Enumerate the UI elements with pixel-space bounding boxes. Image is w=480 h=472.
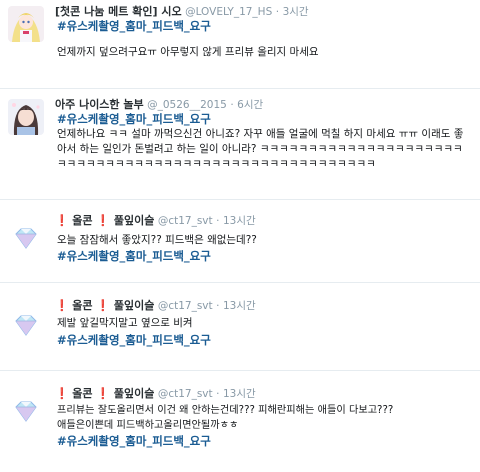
author-handle[interactable]: @ct17_svt — [158, 388, 213, 400]
author-name-part: 올콘 — [72, 387, 93, 400]
tweet-text: 언제하나요 ㅋㅋ 설마 까먹으신건 아니죠? 자꾸 애들 얼굴에 먹칠 하지 마… — [57, 128, 464, 170]
author-handle[interactable]: @ct17_svt — [158, 215, 213, 227]
tweet-time[interactable]: 3시간 — [283, 6, 309, 18]
tweet-time[interactable]: 6시간 — [237, 99, 263, 111]
tweet-timeline: [첫콘 나눔 메트 확인] 시오 @LOVELY_17_HS · 3시간 #유스… — [0, 0, 480, 472]
author-handle[interactable]: @_0526__2015 — [147, 99, 227, 111]
author-name[interactable]: [첫콘 나눔 메트 확인] 시오 — [55, 5, 182, 18]
author-name-part: 풀잎이슬 — [113, 214, 155, 227]
avatar[interactable] — [8, 99, 44, 135]
tweet-time[interactable]: 13시간 — [223, 215, 256, 227]
tweet-text: 프리뷰는 잘도올리면서 이건 왜 안하는건데??? 피해란피해는 애들이 다보고… — [57, 405, 394, 416]
tweet-header: ❗ 올콘 ❗ 풀잎이슬 @ct17_svt · 13시간 — [55, 387, 256, 401]
author-name-part: 풀잎이슬 — [113, 387, 155, 400]
avatar-anime-image — [8, 6, 44, 42]
tweet[interactable]: ❗ 올콘 ❗ 풀잎이슬 @ct17_svt · 13시간 제발 앞길막지말고 옆… — [0, 283, 480, 370]
tweet[interactable]: ❗ 올콘 ❗ 풀잎이슬 @ct17_svt · 13시간 프리뷰는 잘도올리면서… — [0, 371, 480, 472]
avatar[interactable] — [8, 307, 44, 343]
author-name[interactable]: 아주 나이스한 놀부 — [55, 98, 144, 111]
hashtag-link[interactable]: #유스케촬영_홈마_피드백_요구 — [57, 333, 211, 347]
author-name-part: 풀잎이슬 — [113, 299, 155, 312]
hashtag-link[interactable]: #유스케촬영_홈마_피드백_요구 — [57, 112, 211, 126]
author-handle[interactable]: @ct17_svt — [158, 300, 213, 312]
avatar[interactable] — [8, 220, 44, 256]
tweet-time[interactable]: 13시간 — [223, 300, 256, 312]
exclamation-icon: ❗ — [96, 299, 110, 312]
exclamation-icon: ❗ — [55, 387, 69, 400]
tweet-text: 언제까지 덮으려구요ㅠ 아무렇지 않게 프리뷰 올리지 마세요 — [57, 46, 319, 58]
avatar[interactable] — [8, 6, 44, 42]
tweet-text: 오늘 잠잠해서 좋았지?? 피드백은 왜없는데?? — [57, 234, 257, 246]
tweet-header: ❗ 올콘 ❗ 풀잎이슬 @ct17_svt · 13시간 — [55, 214, 256, 228]
hashtag-link[interactable]: #유스케촬영_홈마_피드백_요구 — [57, 249, 211, 263]
exclamation-icon: ❗ — [96, 387, 110, 400]
diamond-icon — [15, 228, 37, 249]
separator-dot: · — [275, 6, 280, 18]
tweet-text: 제발 앞길막지말고 옆으로 비켜 — [57, 317, 193, 329]
diamond-icon — [15, 315, 37, 336]
author-name-part: 올콘 — [72, 214, 93, 227]
tweet-header: 아주 나이스한 놀부 @_0526__2015 · 6시간 — [55, 98, 263, 112]
tweet-header: ❗ 올콘 ❗ 풀잎이슬 @ct17_svt · 13시간 — [55, 299, 256, 313]
exclamation-icon: ❗ — [55, 299, 69, 312]
hashtag-link[interactable]: #유스케촬영_홈마_피드백_요구 — [57, 19, 211, 33]
separator-dot: · — [230, 99, 234, 111]
separator-dot: · — [216, 215, 220, 227]
tweet[interactable]: [첫콘 나눔 메트 확인] 시오 @LOVELY_17_HS · 3시간 #유스… — [0, 0, 480, 88]
avatar-photo-image — [8, 99, 44, 135]
tweet-time[interactable]: 13시간 — [223, 388, 256, 400]
separator-dot: · — [216, 300, 220, 312]
tweet-header: [첫콘 나눔 메트 확인] 시오 @LOVELY_17_HS · 3시간 — [55, 5, 309, 19]
author-name[interactable]: 올콘 ❗ 풀잎이슬 — [72, 214, 154, 227]
tweet[interactable]: 아주 나이스한 놀부 @_0526__2015 · 6시간 #유스케촬영_홈마_… — [0, 89, 480, 199]
author-name[interactable]: 올콘 ❗ 풀잎이슬 — [72, 387, 154, 400]
exclamation-icon: ❗ — [96, 214, 110, 227]
avatar[interactable] — [8, 393, 44, 429]
author-name[interactable]: 올콘 ❗ 풀잎이슬 — [72, 299, 154, 312]
tweet-text-line-2: 애들은이쁜데 피드백하고올리면안될까ㅎㅎ — [57, 420, 239, 431]
tweet[interactable]: ❗ 올콘 ❗ 풀잎이슬 @ct17_svt · 13시간 오늘 잠잠해서 좋았지… — [0, 200, 480, 282]
diamond-icon — [15, 401, 37, 422]
exclamation-icon: ❗ — [55, 214, 69, 227]
hashtag-link[interactable]: #유스케촬영_홈마_피드백_요구 — [57, 434, 211, 448]
author-handle[interactable]: @LOVELY_17_HS — [185, 6, 272, 18]
separator-dot: · — [216, 388, 220, 400]
author-name-part: 올콘 — [72, 299, 93, 312]
